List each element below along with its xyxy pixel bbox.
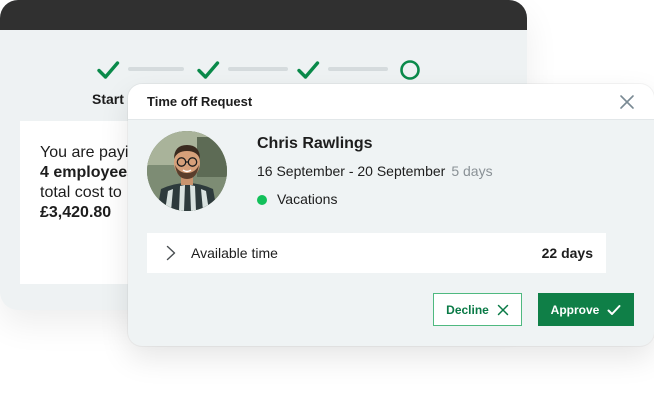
close-icon <box>620 95 634 109</box>
step-4-circle-icon <box>398 58 422 82</box>
available-time-label: Available time <box>191 245 278 261</box>
employee-photo <box>147 131 227 211</box>
leave-type-row: Vacations <box>257 191 337 207</box>
summary-line: total cost to <box>40 184 122 201</box>
step-2-check-icon <box>196 58 220 82</box>
page: Start You are payi 4 employees total cos… <box>0 0 654 411</box>
modal-header: Time off Request <box>128 84 654 120</box>
employee-count: 4 employees <box>40 164 137 181</box>
total-cost: £3,420.80 <box>40 204 112 221</box>
duration: 5 days <box>451 163 493 179</box>
step-label-start: Start <box>92 91 124 107</box>
employee-name: Chris Rawlings <box>257 135 373 152</box>
chevron-right-icon <box>166 245 176 261</box>
check-icon <box>607 304 621 315</box>
approve-button[interactable]: Approve <box>538 293 634 326</box>
close-icon <box>497 304 509 315</box>
window-top-bar <box>0 0 527 30</box>
step-connector <box>128 67 184 71</box>
time-off-request-modal: Time off Request Chris Rawlings 16 Septe… <box>128 84 654 346</box>
step-connector <box>228 67 288 71</box>
available-time-value: 22 days <box>541 245 593 261</box>
progress-stepper <box>96 58 426 82</box>
step-3-check-icon <box>296 58 320 82</box>
step-1-check-icon <box>96 58 120 82</box>
step-connector <box>328 67 388 71</box>
date-range-row: 16 September - 20 September 5 days <box>257 163 493 179</box>
approve-label: Approve <box>550 302 600 317</box>
available-time-row[interactable]: Available time 22 days <box>147 233 606 273</box>
decline-button[interactable]: Decline <box>433 293 522 326</box>
date-range: 16 September - 20 September <box>257 163 446 179</box>
status-dot-icon <box>257 195 267 205</box>
summary-line: You are payi <box>40 144 129 161</box>
leave-type: Vacations <box>277 191 338 207</box>
avatar <box>147 131 227 211</box>
close-button[interactable] <box>618 93 636 111</box>
payment-summary-text: You are payi 4 employees total cost to £… <box>40 143 136 223</box>
decline-label: Decline <box>446 302 489 317</box>
modal-title: Time off Request <box>147 94 253 109</box>
